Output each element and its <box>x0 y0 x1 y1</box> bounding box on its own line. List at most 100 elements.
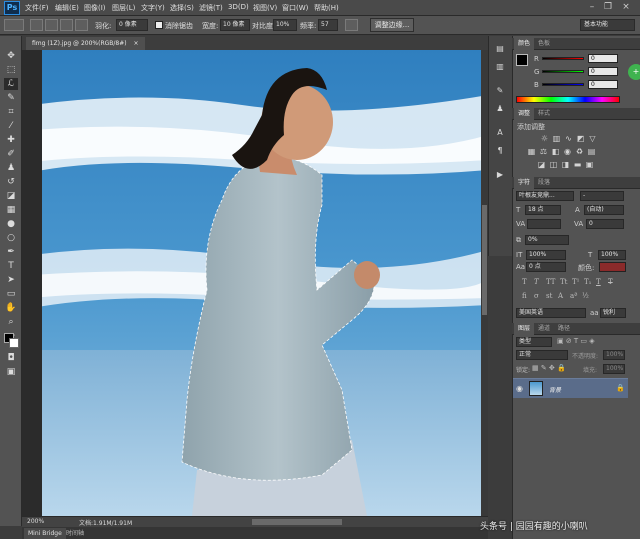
pen-tool-icon[interactable]: ✒ <box>4 246 18 258</box>
color-lookup-icon[interactable]: ▤ <box>587 147 596 156</box>
underline-icon[interactable]: T <box>596 278 601 286</box>
minimize-button[interactable]: – <box>586 2 598 13</box>
tab-character[interactable]: 字符 <box>514 177 535 189</box>
menu-window[interactable]: 窗口(W) <box>282 3 308 13</box>
horizontal-scroll-thumb[interactable] <box>252 519 342 525</box>
background-color-swatch[interactable] <box>9 338 19 348</box>
swash-icon[interactable]: σ <box>534 292 539 300</box>
actions-panel-icon[interactable]: ▶ <box>494 170 506 181</box>
paragraph-panel-icon[interactable]: ¶ <box>494 146 506 157</box>
titling-icon[interactable]: A <box>558 292 563 300</box>
posterize-icon[interactable]: ◫ <box>549 160 558 169</box>
tracking-field[interactable]: 0 <box>586 219 624 229</box>
antialias-method-select[interactable]: 锐利 <box>600 308 626 318</box>
threshold-icon[interactable]: ◨ <box>561 160 570 169</box>
history-panel-icon[interactable]: ▤ <box>494 44 506 55</box>
color-balance-icon[interactable]: ⚖ <box>539 147 548 156</box>
small-caps-icon[interactable]: Tt <box>560 278 567 286</box>
hand-tool-icon[interactable]: ✋ <box>4 302 18 314</box>
photo-filter-icon[interactable]: ◉ <box>563 147 572 156</box>
properties-panel-icon[interactable]: ▥ <box>494 62 506 73</box>
menu-filter[interactable]: 滤镜(T) <box>199 3 223 13</box>
invert-icon[interactable]: ◪ <box>537 160 546 169</box>
close-window-button[interactable]: × <box>620 2 632 13</box>
r-value-field[interactable]: 0 <box>588 54 618 63</box>
horizontal-scale-field[interactable]: 100% <box>598 250 626 260</box>
tab-styles[interactable]: 样式 <box>534 108 554 120</box>
history-brush-icon[interactable]: ↺ <box>4 176 18 188</box>
healing-brush-icon[interactable]: ✚ <box>4 134 18 146</box>
levels-icon[interactable]: ▥ <box>552 134 561 143</box>
fraction-icon[interactable]: ½ <box>582 292 589 300</box>
width-input[interactable]: 10 像素 <box>220 19 250 31</box>
screen-mode-icon[interactable]: ▣ <box>4 366 18 378</box>
curves-icon[interactable]: ∿ <box>564 134 573 143</box>
font-size-field[interactable]: 18 点 <box>525 205 561 215</box>
menu-layer[interactable]: 图层(L) <box>112 3 135 13</box>
feather-input[interactable]: 0 像素 <box>116 19 148 31</box>
blur-tool-icon[interactable]: ● <box>4 218 18 230</box>
subtract-selection-icon[interactable] <box>60 19 73 31</box>
strikethrough-icon[interactable]: T <box>608 278 613 286</box>
path-select-icon[interactable]: ➤ <box>4 274 18 286</box>
eyedropper-tool-icon[interactable]: ⁄ <box>4 120 18 132</box>
contrast-input[interactable]: 10% <box>273 19 297 31</box>
vibrance-icon[interactable]: ▽ <box>588 134 597 143</box>
add-selection-icon[interactable] <box>45 19 58 31</box>
selective-color-icon[interactable]: ▣ <box>585 160 594 169</box>
hue-saturation-icon[interactable]: ▦ <box>527 147 536 156</box>
all-caps-icon[interactable]: TT <box>546 278 555 286</box>
gradient-tool-icon[interactable]: ▦ <box>4 204 18 216</box>
crop-tool-icon[interactable]: ⌗ <box>4 106 18 118</box>
opacity-field[interactable]: 100% <box>603 350 625 360</box>
ligature-icon[interactable]: fi <box>522 292 527 300</box>
zoom-tool-icon[interactable]: ⌕ <box>4 316 18 328</box>
b-slider[interactable] <box>542 83 584 86</box>
tablet-pressure-icon[interactable] <box>345 19 358 31</box>
tab-adjustments[interactable]: 调整 <box>514 108 535 120</box>
r-slider[interactable] <box>542 57 584 60</box>
refine-edge-button[interactable]: 调整边缘... <box>370 18 414 32</box>
menu-3d[interactable]: 3D(D) <box>228 3 249 11</box>
zoom-level[interactable]: 200% <box>27 518 44 525</box>
font-family-select[interactable]: 叶根友竞鼎... <box>516 191 574 201</box>
marquee-tool-icon[interactable]: ⬚ <box>4 64 18 76</box>
document-canvas[interactable] <box>22 50 488 516</box>
language-select[interactable]: 美国英语 <box>516 308 586 318</box>
menu-type[interactable]: 文字(Y) <box>141 3 165 13</box>
black-white-icon[interactable]: ◧ <box>551 147 560 156</box>
menu-image[interactable]: 图像(I) <box>84 3 106 13</box>
new-selection-icon[interactable] <box>30 19 43 31</box>
menu-edit[interactable]: 编辑(E) <box>55 3 79 13</box>
document-tab[interactable]: fimg (1Z).jpg @ 200%(RGB/8#) × <box>26 37 145 50</box>
tab-timeline[interactable]: 时间轴 <box>62 528 88 539</box>
brush-panel-icon[interactable]: ✎ <box>494 86 506 97</box>
menu-help[interactable]: 帮助(H) <box>314 3 339 13</box>
green-plus-icon[interactable]: + <box>628 64 640 80</box>
gradient-map-icon[interactable]: ▬ <box>573 160 582 169</box>
tool-preset-picker[interactable] <box>4 19 24 31</box>
brush-tool-icon[interactable]: ✐ <box>4 148 18 160</box>
type-tool-icon[interactable]: T <box>4 260 18 272</box>
text-color-swatch[interactable] <box>599 262 626 272</box>
faux-bold-icon[interactable]: T <box>522 278 527 286</box>
layer-kind-filter[interactable]: 类型 <box>516 337 552 347</box>
channel-mixer-icon[interactable]: ♻ <box>575 147 584 156</box>
fill-field[interactable]: 100% <box>603 364 625 374</box>
eraser-tool-icon[interactable]: ◪ <box>4 190 18 202</box>
layer-filter-icons[interactable]: ▣ ⊘ T ▭ ◈ <box>557 337 625 347</box>
intersect-selection-icon[interactable] <box>75 19 88 31</box>
stylistic-icon[interactable]: st <box>546 292 552 300</box>
exposure-icon[interactable]: ◩ <box>576 134 585 143</box>
g-value-field[interactable]: 0 <box>588 67 618 76</box>
tab-channels[interactable]: 通道 <box>534 323 554 335</box>
leading-field[interactable]: (自动) <box>584 205 624 215</box>
vertical-scroll-thumb[interactable] <box>482 205 487 315</box>
tab-paragraph[interactable]: 段落 <box>534 177 554 189</box>
frequency-input[interactable]: 57 <box>318 19 338 31</box>
font-style-select[interactable]: - <box>580 191 624 201</box>
tab-close-icon[interactable]: × <box>134 40 139 47</box>
dodge-tool-icon[interactable]: ○ <box>4 232 18 244</box>
clone-source-icon[interactable]: ♟ <box>494 104 506 115</box>
tab-paths[interactable]: 路径 <box>554 323 574 335</box>
